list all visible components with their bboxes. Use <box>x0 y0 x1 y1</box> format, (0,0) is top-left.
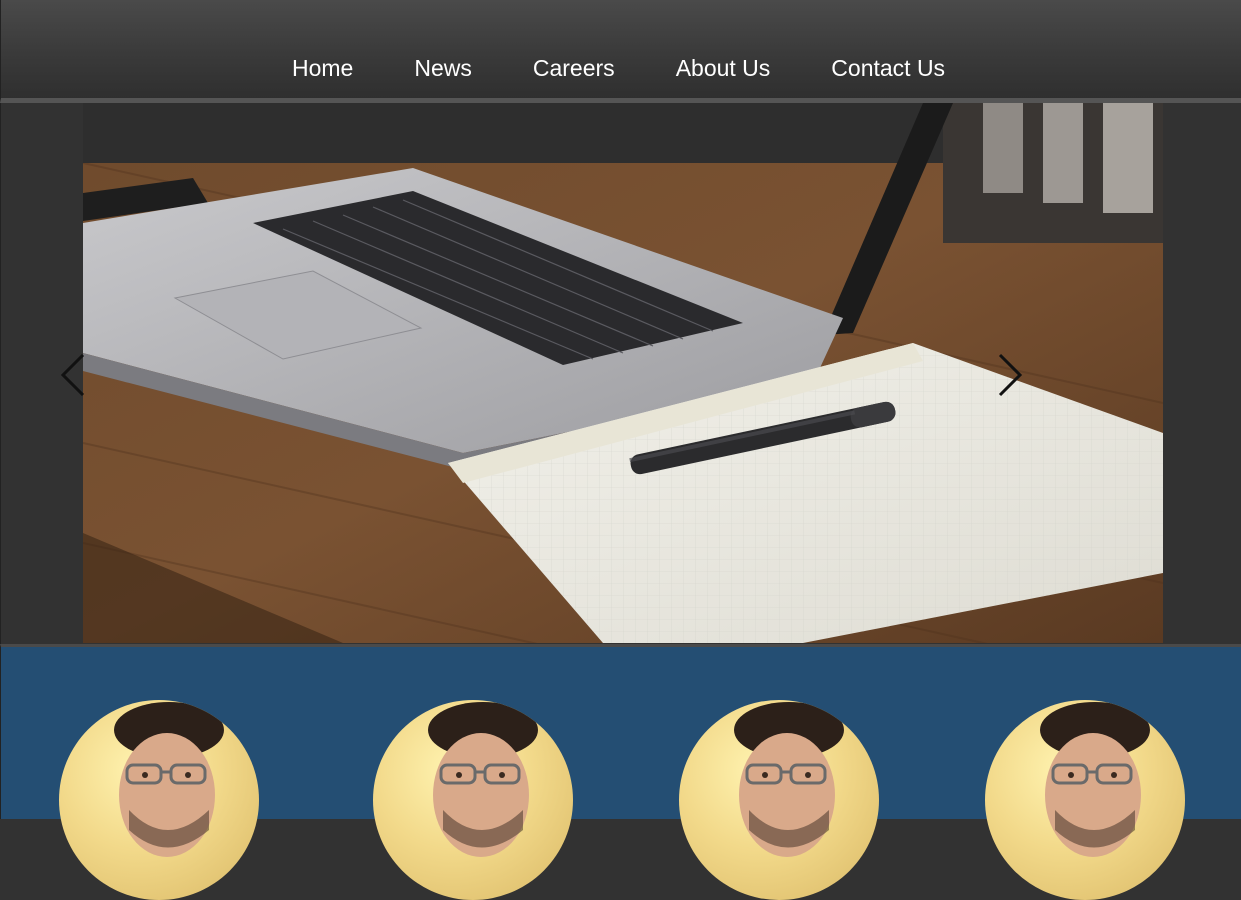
top-navbar: Home News Careers About Us Contact Us <box>0 0 1241 103</box>
chevron-right-icon <box>998 353 1023 397</box>
carousel-next-button[interactable] <box>994 353 1024 397</box>
carousel-prev-button[interactable] <box>59 353 89 397</box>
nav-item-home[interactable]: Home <box>292 54 353 82</box>
hero-carousel <box>0 103 1241 644</box>
team-member-avatar[interactable] <box>373 700 573 900</box>
team-member-avatar[interactable] <box>59 700 259 900</box>
nav-item-about-us[interactable]: About Us <box>676 54 771 82</box>
team-member-avatar[interactable] <box>985 700 1185 900</box>
nav-item-contact-us[interactable]: Contact Us <box>831 54 945 82</box>
team-member-avatar[interactable] <box>679 700 879 900</box>
chevron-left-icon <box>60 353 85 397</box>
main-nav: Home News Careers About Us Contact Us <box>292 54 945 82</box>
nav-item-news[interactable]: News <box>414 54 472 82</box>
nav-item-careers[interactable]: Careers <box>533 54 615 82</box>
team-section <box>0 644 1241 900</box>
